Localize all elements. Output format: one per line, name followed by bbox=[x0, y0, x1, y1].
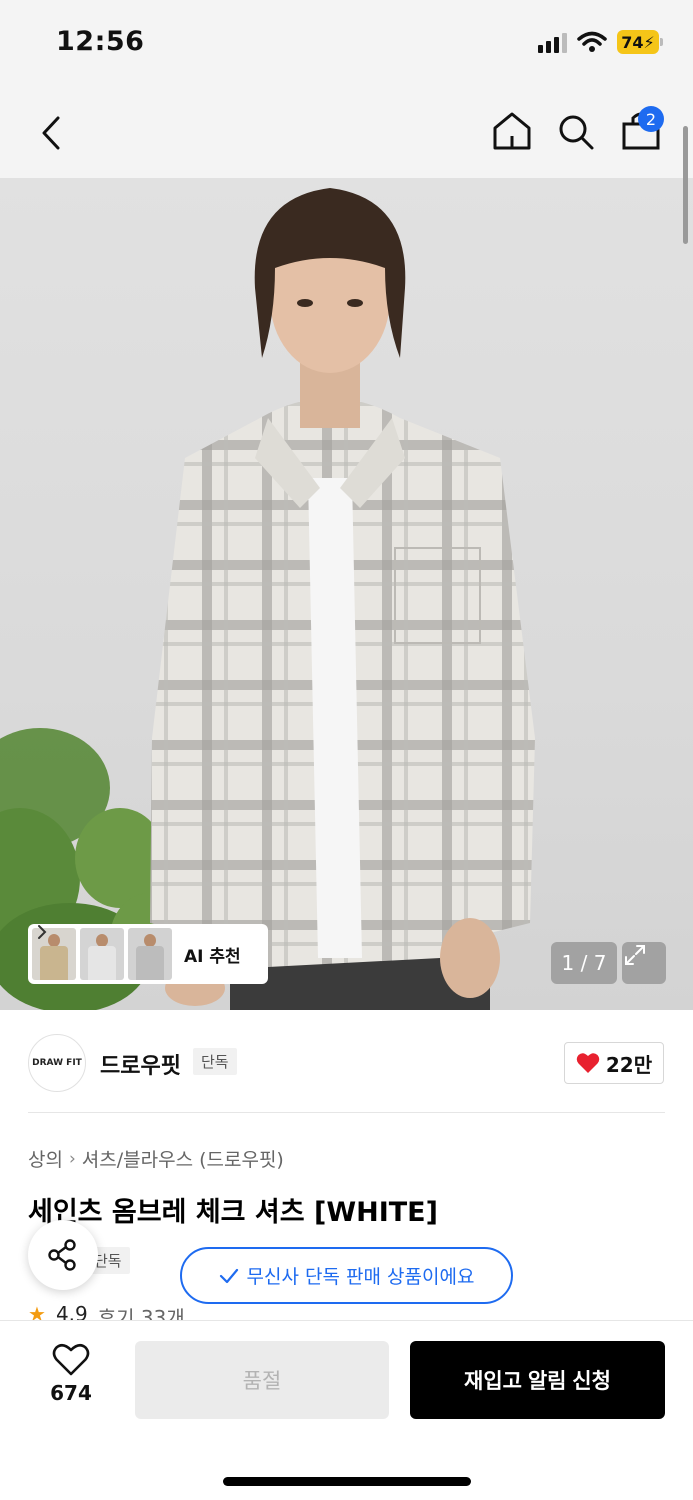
search-icon bbox=[559, 115, 594, 150]
wishlist-count: 674 bbox=[50, 1381, 92, 1405]
status-time: 12:56 bbox=[56, 26, 145, 57]
check-icon bbox=[219, 1268, 238, 1283]
model-photo bbox=[0, 188, 535, 1010]
image-counter: 1 / 7 bbox=[551, 942, 617, 984]
breadcrumb: 상의 › 셔츠/블라우스 (드로우핏) bbox=[28, 1145, 284, 1172]
cart-button[interactable]: 2 bbox=[618, 104, 666, 156]
rating-row[interactable]: ★ 4.9 후기 33개 bbox=[28, 1302, 185, 1320]
chevron-right-icon bbox=[38, 925, 47, 939]
recommend-thumb bbox=[128, 928, 172, 980]
ai-recommend-label: AI 추천 bbox=[184, 946, 241, 967]
signal-icon bbox=[538, 31, 567, 53]
bottom-action-bar: 674 품절 재입고 알림 신청 bbox=[0, 1320, 693, 1500]
home-indicator bbox=[223, 1477, 471, 1486]
brand-name[interactable]: 드로우핏 bbox=[100, 1048, 181, 1080]
back-button[interactable] bbox=[32, 108, 72, 158]
cart-count-badge: 2 bbox=[638, 106, 664, 132]
expand-button[interactable] bbox=[622, 942, 666, 984]
brand-like-button[interactable]: 22만 bbox=[564, 1042, 664, 1084]
exclusive-notice-toast: 무신사 단독 판매 상품이에요 bbox=[180, 1247, 513, 1304]
brand-like-count: 22만 bbox=[605, 1052, 653, 1077]
share-icon bbox=[48, 1239, 76, 1271]
recommend-thumb bbox=[80, 928, 124, 980]
chevron-right-icon: › bbox=[68, 1148, 76, 1169]
divider bbox=[28, 1112, 665, 1113]
home-icon bbox=[493, 112, 531, 150]
scrollbar[interactable] bbox=[683, 126, 688, 244]
thumb-body bbox=[136, 946, 164, 980]
breadcrumb-item[interactable]: 상의 bbox=[28, 1145, 63, 1172]
search-button[interactable] bbox=[554, 108, 598, 156]
thumb-body bbox=[40, 946, 68, 980]
wishlist-button[interactable]: 674 bbox=[40, 1343, 102, 1405]
expand-icon bbox=[625, 945, 645, 965]
thumb-body bbox=[88, 946, 116, 980]
home-button[interactable] bbox=[490, 108, 534, 156]
review-count: 후기 33개 bbox=[97, 1306, 185, 1320]
brand-logo[interactable]: DRAW FIT bbox=[28, 1034, 86, 1092]
brand-exclusive-badge: 단독 bbox=[193, 1048, 237, 1075]
status-bar: 12:56 74 ⚡ bbox=[0, 0, 693, 88]
restock-alert-button[interactable]: 재입고 알림 신청 bbox=[410, 1341, 665, 1419]
product-title: 세인츠 옴브레 체크 셔츠 [WHITE] bbox=[28, 1197, 438, 1228]
wifi-icon bbox=[577, 31, 607, 52]
share-button[interactable] bbox=[28, 1220, 98, 1290]
ai-recommend-card[interactable]: AI 추천 bbox=[28, 924, 268, 984]
soldout-button: 품절 bbox=[135, 1341, 389, 1419]
product-image[interactable]: AI 추천 1 / 7 bbox=[0, 178, 693, 1010]
rating-value: 4.9 bbox=[55, 1302, 88, 1320]
chevron-left-icon bbox=[42, 116, 60, 150]
status-icons: 74 ⚡ bbox=[538, 30, 663, 54]
nav-bar: 2 bbox=[0, 88, 693, 178]
brand-row: DRAW FIT 드로우핏 단독 22만 bbox=[0, 1010, 693, 1114]
exclusive-notice-text: 무신사 단독 판매 상품이에요 bbox=[246, 1266, 475, 1288]
heart-filled-icon bbox=[576, 1053, 600, 1073]
star-icon: ★ bbox=[28, 1302, 46, 1320]
battery-icon: 74 ⚡ bbox=[617, 30, 663, 54]
breadcrumb-item[interactable]: 셔츠/블라우스 (드로우핏) bbox=[82, 1145, 284, 1172]
heart-outline-icon bbox=[52, 1343, 90, 1376]
